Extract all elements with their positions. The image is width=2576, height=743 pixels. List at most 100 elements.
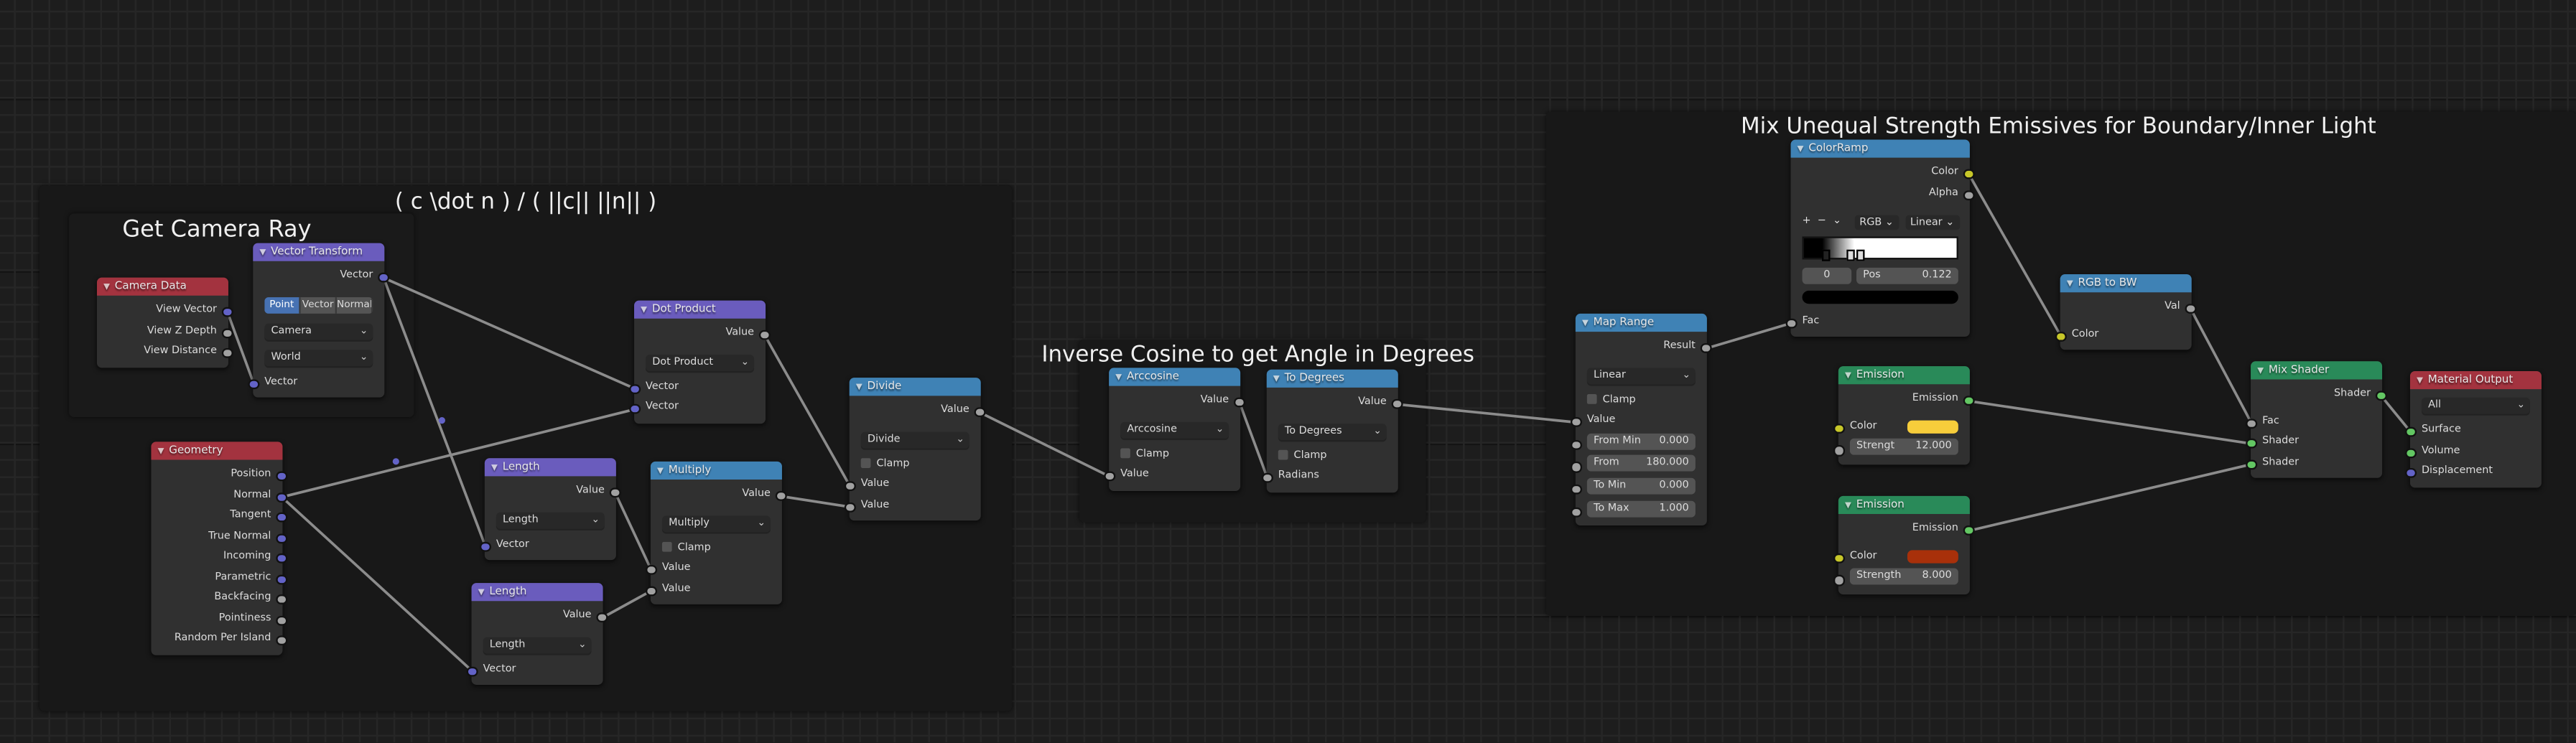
vector-socket[interactable] [629,403,641,415]
float-socket[interactable] [646,585,657,597]
float-socket[interactable] [975,407,985,418]
remove-stop-button[interactable]: − [1818,212,1826,233]
add-stop-button[interactable]: + [1803,212,1811,233]
collapse-triangle-icon[interactable]: ▼ [1115,373,1122,383]
node-mix-shader[interactable]: ▼ Mix Shader Shader Fac Shader Shader [2246,361,2387,478]
collapse-triangle-icon[interactable]: ▼ [856,383,862,393]
vector-socket[interactable] [378,272,389,284]
float-socket[interactable] [1234,397,1245,408]
float-socket[interactable] [222,347,233,359]
collapse-triangle-icon[interactable]: ▼ [657,467,664,477]
node-header[interactable]: ▼ Dot Product [634,300,766,319]
node-header[interactable]: ▼ Divide [849,378,981,396]
color-mode-dropdown[interactable]: RGB ⌄ [1854,214,1899,230]
node-material-output[interactable]: ▼ Material Output All ⌄ Surface Volume Displac… [2405,371,2542,487]
stop-position-field[interactable]: Pos 0.122 [1856,267,1958,284]
reroute-point[interactable] [438,417,445,424]
vector-socket[interactable] [629,383,641,394]
node-header[interactable]: ▼ Emission [1838,366,1970,385]
collapse-triangle-icon[interactable]: ▼ [478,588,485,598]
vector-socket[interactable] [276,574,287,585]
float-socket[interactable] [845,501,856,513]
float-socket[interactable] [276,615,287,626]
float-socket[interactable] [1786,317,1797,329]
node-divide[interactable]: ▼ Divide Value Divide ⌄ Clamp Value Value [845,378,985,521]
node-editor-canvas[interactable]: ( c \dot n ) / ( ||c|| ||n|| ) Get Camer… [0,0,2576,743]
number-field[interactable]: Strength 8.000 [1849,568,1958,585]
collapse-triangle-icon[interactable]: ▼ [103,282,110,292]
type-option-normal[interactable]: Normal [336,296,373,313]
node-vector-transform[interactable]: ▼ Vector Transform Vector Point Vector Normal… [248,243,389,398]
float-socket[interactable] [1571,484,1582,495]
node-header[interactable]: ▼ Material Output [2409,371,2542,390]
ramp-stop-marker[interactable] [1822,249,1831,261]
node-dot-product[interactable]: ▼ Dot Product Value Dot Product ⌄ Vector Vecto… [629,300,771,424]
color-ramp-gradient[interactable] [1802,236,1958,261]
shader-socket[interactable] [2376,391,2387,402]
stop-index-field[interactable]: 0 [1802,267,1852,284]
node-length-2[interactable]: ▼ Length Value Length ⌄ Vector [467,583,608,685]
node-rgb-to-bw[interactable]: ▼ RGB to BW Val Color [2055,274,2196,350]
float-socket[interactable] [276,635,287,646]
shader-socket[interactable] [2246,438,2257,449]
shader-socket[interactable] [2246,459,2257,470]
mode-dropdown[interactable]: Multiply ⌄ [661,515,771,532]
node-map-range[interactable]: ▼ Map Range Result Linear ⌄ Clamp Value From Mi… [1571,313,1711,526]
shader-socket[interactable] [1963,525,1975,536]
node-header[interactable]: ▼ Arccosine [1109,368,1241,386]
collapse-triangle-icon[interactable]: ▼ [2257,366,2264,376]
float-socket[interactable] [597,612,608,623]
float-socket[interactable] [1105,471,1115,482]
float-socket[interactable] [222,327,233,339]
vector-socket[interactable] [248,378,259,389]
float-socket[interactable] [1571,462,1582,473]
float-socket[interactable] [1963,190,1975,200]
node-header[interactable]: ▼ To Degrees [1266,369,1398,388]
checkbox-icon[interactable] [860,458,870,467]
vector-socket[interactable] [276,492,287,503]
mode-dropdown[interactable]: Length ⌄ [483,636,592,653]
collapse-triangle-icon[interactable]: ▼ [2417,376,2423,386]
node-header[interactable]: ▼ ColorRamp [1790,139,1970,158]
node-header[interactable]: ▼ RGB to BW [2060,274,2192,293]
type-option-vector[interactable]: Vector [300,296,337,313]
vector-socket[interactable] [480,541,491,552]
clamp-checkbox[interactable]: Clamp [1109,444,1240,465]
number-field[interactable]: Strengt 12.000 [1849,439,1958,456]
node-header[interactable]: ▼ Map Range [1575,313,1707,332]
vector-socket[interactable] [276,553,287,564]
node-header[interactable]: ▼ Geometry [151,441,283,460]
color-socket[interactable] [1833,423,1845,434]
node-header[interactable]: ▼ Length [471,583,603,602]
float-socket[interactable] [276,594,287,605]
type-option-point[interactable]: Point [264,296,301,313]
mode-dropdown[interactable]: Linear ⌄ [1586,367,1696,384]
stop-color-swatch[interactable] [1802,290,1958,304]
mode-dropdown[interactable]: Divide ⌄ [860,431,970,448]
collapse-triangle-icon[interactable]: ▼ [158,447,164,457]
node-length-1[interactable]: ▼ Length Value Length ⌄ Vector [480,458,621,561]
interpolation-dropdown[interactable]: Linear ⌄ [1905,214,1960,230]
collapse-triangle-icon[interactable]: ▼ [491,463,498,473]
collapse-triangle-icon[interactable]: ▼ [1582,319,1589,329]
color-swatch[interactable] [1907,420,1958,434]
collapse-triangle-icon[interactable]: ▼ [1845,371,1851,381]
float-socket[interactable] [1701,343,1711,354]
float-socket[interactable] [759,330,771,341]
clamp-checkbox[interactable]: Clamp [850,454,981,475]
ramp-menu-button[interactable]: ⌄ [1833,212,1841,233]
clamp-checkbox[interactable]: Clamp [651,538,782,559]
float-socket[interactable] [1833,575,1845,586]
float-socket[interactable] [1571,507,1582,518]
float-socket[interactable] [2185,304,2196,314]
vector-socket[interactable] [222,307,233,318]
reroute-point[interactable] [392,458,399,465]
vector-socket[interactable] [467,665,478,677]
node-to-degrees[interactable]: ▼ To Degrees Value To Degrees ⌄ Clamp Radians [1262,369,1403,492]
node-arccosine[interactable]: ▼ Arccosine Value Arccosine ⌄ Clamp Value [1105,368,1245,490]
float-socket[interactable] [1392,398,1403,410]
color-socket[interactable] [2055,330,2067,342]
number-field[interactable]: From 180.000 [1586,455,1696,472]
node-emission-1[interactable]: ▼ Emission Emission Color Strengt 12.000 [1833,366,1975,464]
node-color-ramp[interactable]: ▼ ColorRamp Color Alpha + − ⌄ RGB ⌄ Linear ⌄ 0 Pos… [1786,139,1975,337]
